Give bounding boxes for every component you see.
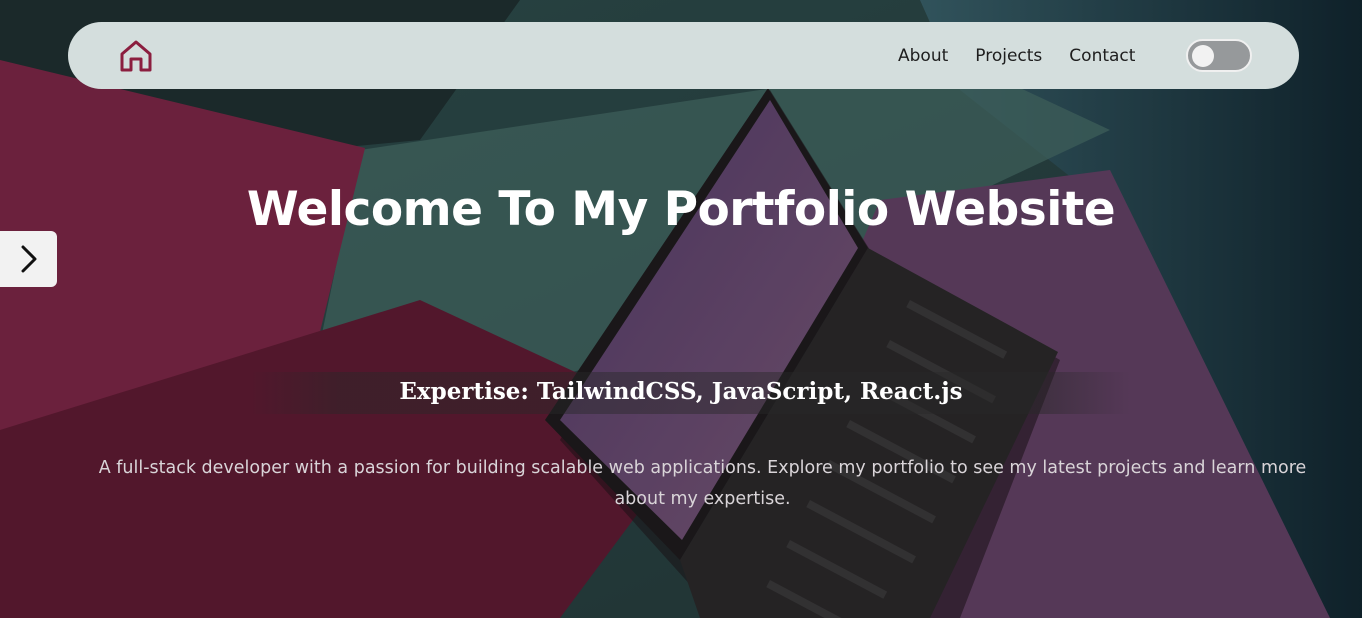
- theme-toggle[interactable]: [1186, 39, 1252, 72]
- hero-title: Welcome To My Portfolio Website: [246, 182, 1116, 237]
- next-slide-button[interactable]: [0, 231, 57, 287]
- nav-link-contact[interactable]: Contact: [1069, 46, 1135, 66]
- nav-links: About Projects Contact: [898, 22, 1135, 89]
- nav-link-about[interactable]: About: [898, 46, 948, 66]
- nav-link-projects[interactable]: Projects: [975, 46, 1042, 66]
- chevron-right-icon: [21, 245, 36, 273]
- home-icon[interactable]: [118, 38, 154, 74]
- top-navbar: About Projects Contact: [68, 22, 1299, 89]
- toggle-knob: [1192, 45, 1214, 67]
- hero-subtitle: Expertise: TailwindCSS, JavaScript, Reac…: [399, 378, 963, 405]
- hero-background-image: [0, 0, 1362, 618]
- hero-description: A full-stack developer with a passion fo…: [98, 458, 1307, 509]
